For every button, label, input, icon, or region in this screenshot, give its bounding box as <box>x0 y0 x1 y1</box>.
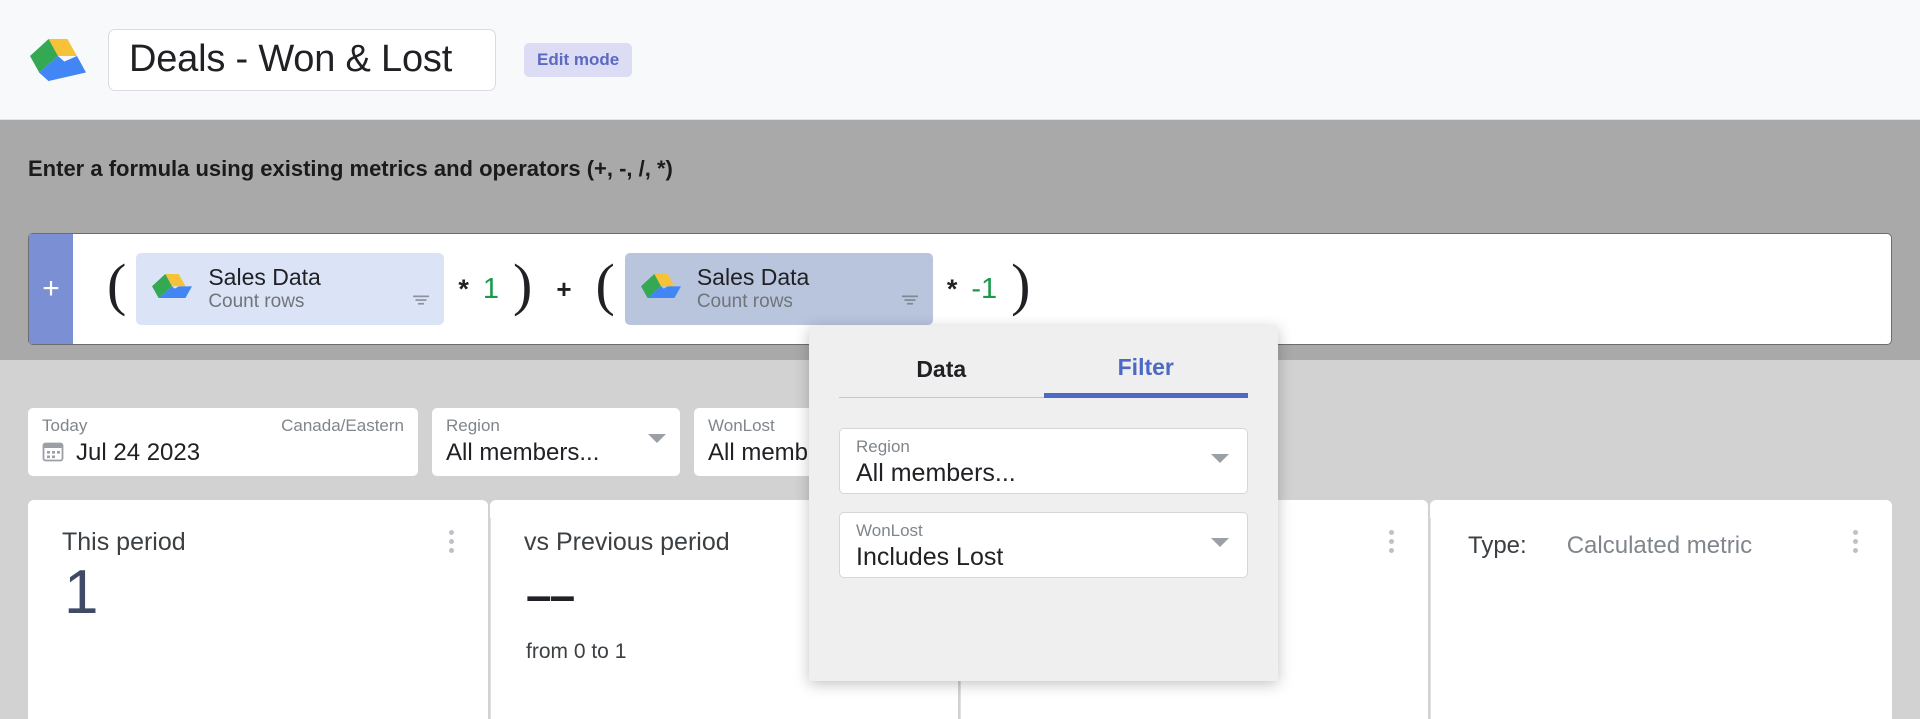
card-divider <box>1430 518 1431 719</box>
type-label: Type: <box>1468 532 1527 559</box>
operator-1: * <box>458 273 469 304</box>
join-operator: + <box>556 274 572 304</box>
formula-band: Enter a formula using existing metrics a… <box>0 120 1920 360</box>
popup-region-select[interactable]: Region All members... <box>839 428 1248 494</box>
card-third-menu-icon[interactable] <box>1389 530 1394 553</box>
date-filter-labels: Today Canada/Eastern <box>42 416 404 436</box>
tab-filter[interactable]: Filter <box>1043 326 1248 398</box>
app-header: Deals - Won & Lost Edit mode <box>0 0 1920 120</box>
google-drive-icon <box>152 272 193 306</box>
close-paren-1: ) <box>512 252 533 317</box>
date-filter[interactable]: Today Canada/Eastern Jul 24 2023 <box>28 408 418 476</box>
add-term-button[interactable]: + <box>29 234 73 344</box>
type-value: Calculated metric <box>1566 532 1753 559</box>
card-type-menu-icon[interactable] <box>1853 530 1858 553</box>
report-title-field[interactable]: Deals - Won & Lost <box>108 28 496 91</box>
type-row: Type: Calculated metric <box>1468 532 1752 560</box>
card-divider <box>490 518 491 719</box>
open-paren-1: ( <box>107 252 127 317</box>
metric-chip-1-subrow: Count rows <box>208 290 430 314</box>
google-drive-icon <box>30 36 86 84</box>
chevron-down-icon[interactable] <box>1211 538 1229 547</box>
term-value-2[interactable]: -1 <box>971 273 997 306</box>
card-type[interactable]: Type: Calculated metric <box>1430 500 1892 719</box>
popup-wonlost-select[interactable]: WonLost Includes Lost <box>839 512 1248 578</box>
filter-icon[interactable] <box>901 293 919 311</box>
page-title: Deals - Won & Lost <box>129 38 453 80</box>
popup-region-label: Region <box>856 437 910 456</box>
card-this-period-value: 1 <box>64 558 99 627</box>
card-vs-previous-heading: vs Previous period <box>524 528 730 556</box>
card-this-period[interactable]: This period 1 <box>28 500 488 719</box>
metric-chip-2-subtitle: Count rows <box>696 291 793 313</box>
metric-chip-1-title: Sales Data <box>208 263 321 290</box>
metric-chip-1-subtitle: Count rows <box>208 291 305 313</box>
metric-chip-1-texts: Sales Data Count rows <box>208 264 430 314</box>
popup-wonlost-label: WonLost <box>856 521 923 540</box>
tab-data[interactable]: Data <box>839 326 1044 398</box>
date-filter-label: Today <box>42 416 88 435</box>
card-vs-previous-value: –– <box>526 569 575 621</box>
wonlost-filter-value: All memb <box>708 439 809 466</box>
metric-chip-2-title: Sales Data <box>696 263 810 290</box>
metric-settings-popup: Data Filter Region All members... WonLos… <box>809 326 1278 681</box>
region-filter[interactable]: Region All members... <box>432 408 680 476</box>
popup-tabs: Data Filter <box>809 326 1278 398</box>
popup-wonlost-value: Includes Lost <box>856 543 1004 571</box>
popup-body: Region All members... WonLost Includes L… <box>809 398 1278 578</box>
metric-chip-2[interactable]: Sales Data Count rows <box>624 253 933 325</box>
term-value-1[interactable]: 1 <box>483 273 499 306</box>
card-this-period-heading: This period <box>62 528 186 556</box>
date-filter-value-row: Jul 24 2023 <box>42 439 404 467</box>
formula-hint: Enter a formula using existing metrics a… <box>28 156 673 181</box>
timezone-label: Canada/Eastern <box>281 416 404 435</box>
google-drive-icon <box>640 272 681 306</box>
close-paren-2: ) <box>1011 252 1031 317</box>
calendar-icon <box>42 440 64 467</box>
wonlost-filter-label: WonLost <box>708 416 775 435</box>
region-filter-value-row: All members... <box>446 439 666 467</box>
metric-chip-1[interactable]: Sales Data Count rows <box>136 253 445 325</box>
region-filter-label: Region <box>446 416 500 435</box>
popup-region-value: All members... <box>856 459 1016 487</box>
operator-2: * <box>946 273 958 304</box>
filter-icon[interactable] <box>412 293 430 311</box>
metric-chip-2-subrow: Count rows <box>697 290 919 314</box>
chevron-down-icon[interactable] <box>1211 454 1229 463</box>
edit-mode-badge: Edit mode <box>524 42 633 77</box>
metric-chip-2-texts: Sales Data Count rows <box>697 264 919 314</box>
chevron-down-icon[interactable] <box>648 434 666 443</box>
region-filter-value: All members... <box>446 439 600 466</box>
card-vs-previous-subtext: from 0 to 1 <box>526 640 627 663</box>
date-filter-value: Jul 24 2023 <box>76 439 201 466</box>
card-this-period-menu-icon[interactable] <box>449 530 454 553</box>
open-paren-2: ( <box>595 252 615 317</box>
